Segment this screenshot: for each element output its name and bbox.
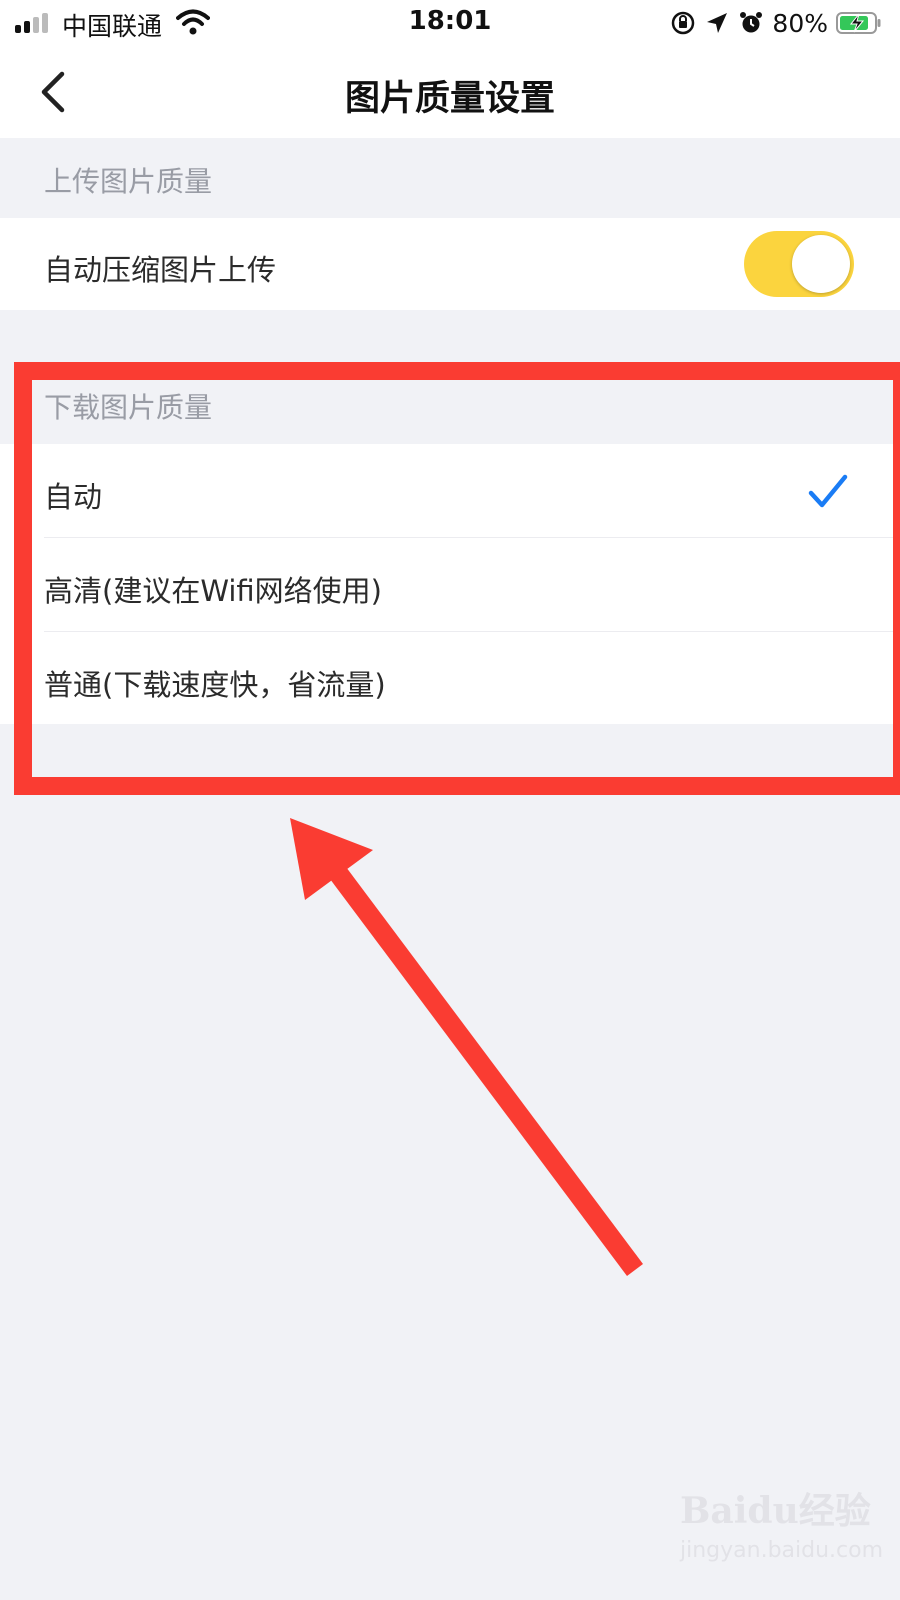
toggle-knob — [792, 235, 850, 293]
upload-section-header: 上传图片质量 — [0, 138, 900, 218]
download-section-header: 下载图片质量 — [0, 378, 900, 444]
option-auto[interactable]: 自动 — [0, 444, 900, 538]
option-label: 自动 — [44, 480, 103, 514]
orientation-lock-icon — [672, 11, 695, 35]
location-arrow-icon — [707, 13, 728, 33]
auto-compress-row: 自动压缩图片上传 — [0, 218, 900, 310]
alarm-icon — [740, 12, 763, 33]
battery-charging-icon — [836, 12, 881, 34]
status-indicators: 80% — [670, 6, 882, 40]
option-hd[interactable]: 高清(建议在Wifi网络使用) — [0, 538, 900, 632]
option-normal[interactable]: 普通(下载速度快，省流量) — [0, 632, 900, 724]
section-header-label: 上传图片质量 — [44, 165, 213, 198]
navigation-bar: 图片质量设置 — [0, 46, 900, 138]
watermark-brand: Baidu经验 — [680, 1490, 871, 1532]
status-bar: 中国联通 18:01 80% — [0, 0, 900, 46]
option-label: 普通(下载速度快，省流量) — [44, 668, 386, 702]
battery-percent: 80% — [772, 8, 828, 38]
checkmark-icon — [808, 474, 848, 508]
option-label: 高清(建议在Wifi网络使用) — [44, 574, 382, 608]
watermark-url: jingyan.baidu.com — [680, 1538, 884, 1563]
baidu-watermark-logo: Baidu经验 jingyan.baidu.com — [680, 1472, 884, 1582]
auto-compress-label: 自动压缩图片上传 — [44, 253, 277, 287]
auto-compress-toggle[interactable] — [744, 231, 854, 297]
section-header-label: 下载图片质量 — [44, 391, 213, 424]
page-title: 图片质量设置 — [344, 79, 555, 119]
